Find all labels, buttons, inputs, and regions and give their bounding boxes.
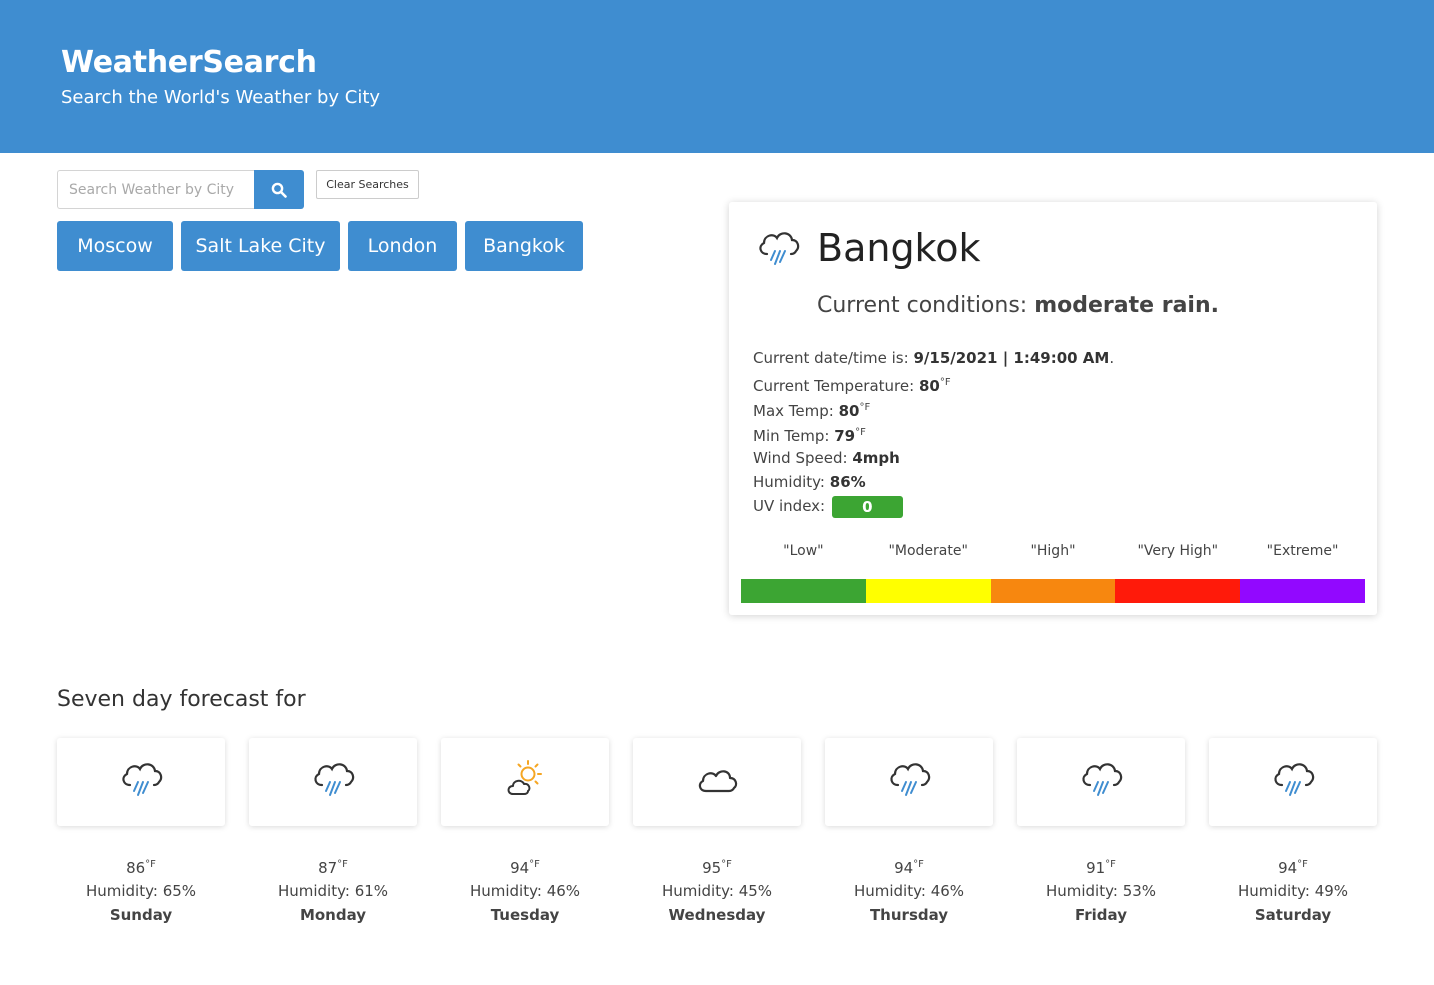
history-button-london[interactable]: London <box>348 221 457 271</box>
rain-cloud-icon <box>1270 758 1316 806</box>
search-input[interactable] <box>57 170 254 209</box>
uv-bar-high <box>990 579 1116 603</box>
datetime-row: Current date/time is: 9/15/2021 | 1:49:0… <box>753 349 1115 367</box>
forecast-day-name: Sunday <box>109 906 173 924</box>
uv-bar-very-high <box>1115 579 1241 603</box>
app-subtitle: Search the World's Weather by City <box>61 87 381 108</box>
app-header: WeatherSearch Search the World's Weather… <box>0 0 1434 153</box>
forecast-day-friday: 91°F Humidity: 53% Friday <box>1017 738 1185 927</box>
forecast-icon-card <box>57 738 225 826</box>
current-city-name: Bangkok <box>817 226 981 270</box>
forecast-temp: 87°F <box>318 859 348 877</box>
partly-sunny-icon <box>503 758 547 806</box>
search-form <box>57 170 304 209</box>
rain-cloud-icon <box>1078 758 1124 806</box>
humidity-row: Humidity: 86% <box>753 473 866 491</box>
temperature-row: Current Temperature: 80°F <box>753 377 951 395</box>
forecast-day-wednesday: 95°F Humidity: 45% Wednesday <box>633 738 801 927</box>
forecast-day-sunday: 86°F Humidity: 65% Sunday <box>57 738 225 927</box>
search-icon <box>271 182 287 198</box>
wind-speed-row: Wind Speed: 4mph <box>753 449 900 467</box>
uv-index-row: UV index: 0 <box>753 495 1114 520</box>
uv-scale: "Low" "Moderate" "High" "Very High" "Ext… <box>741 543 1365 603</box>
forecast-temp: 86°F <box>126 859 156 877</box>
forecast-day-name: Wednesday <box>668 906 766 924</box>
forecast-icon-card <box>1017 738 1185 826</box>
forecast-day-name: Tuesday <box>490 906 560 924</box>
cloud-icon <box>695 758 739 806</box>
forecast-day-name: Saturday <box>1254 906 1332 924</box>
history-button-moscow[interactable]: Moscow <box>57 221 173 271</box>
app-title: WeatherSearch <box>61 45 317 80</box>
history-button-bangkok[interactable]: Bangkok <box>465 221 583 271</box>
forecast-icon-card <box>249 738 417 826</box>
history-button-salt-lake-city[interactable]: Salt Lake City <box>181 221 340 271</box>
forecast-day-name: Thursday <box>869 906 949 924</box>
forecast-day-name: Friday <box>1074 906 1127 924</box>
uv-label-moderate: "Moderate" <box>888 543 968 559</box>
forecast-humidity: Humidity: 46% <box>469 882 581 900</box>
forecast-temp: 95°F <box>702 859 732 877</box>
forecast-day-monday: 87°F Humidity: 61% Monday <box>249 738 417 927</box>
forecast-humidity: Humidity: 45% <box>661 882 773 900</box>
forecast-humidity: Humidity: 49% <box>1237 882 1349 900</box>
uv-label-low: "Low" <box>783 543 824 559</box>
forecast-temp: 94°F <box>510 859 540 877</box>
forecast-icon-card <box>441 738 609 826</box>
uv-label-extreme: "Extreme" <box>1266 543 1339 559</box>
rain-cloud-icon <box>118 758 164 806</box>
forecast-temp: 94°F <box>894 859 924 877</box>
forecast-day-tuesday: 94°F Humidity: 46% Tuesday <box>441 738 609 927</box>
forecast-icon-card <box>1209 738 1377 826</box>
forecast-humidity: Humidity: 53% <box>1045 882 1157 900</box>
forecast-icon-card <box>825 738 993 826</box>
forecast-temp: 91°F <box>1086 859 1116 877</box>
forecast-day-name: Monday <box>299 906 367 924</box>
min-temp-row: Min Temp: 79°F <box>753 427 866 445</box>
forecast-humidity: Humidity: 65% <box>85 882 197 900</box>
rain-cloud-icon <box>759 232 800 265</box>
uv-bar-low <box>741 579 866 603</box>
forecast-day-saturday: 94°F Humidity: 49% Saturday <box>1209 738 1377 927</box>
forecast-day-thursday: 94°F Humidity: 46% Thursday <box>825 738 993 927</box>
current-details: Current date/time is: 9/15/2021 | 1:49:0… <box>753 347 1114 520</box>
current-conditions: Current conditions: moderate rain. <box>817 293 1219 318</box>
max-temp-row: Max Temp: 80°F <box>753 402 871 420</box>
current-weather-card: Bangkok Current conditions: moderate rai… <box>729 202 1377 615</box>
uv-index-badge: 0 <box>831 495 903 518</box>
forecast-humidity: Humidity: 61% <box>277 882 389 900</box>
forecast-icon-card <box>633 738 801 826</box>
clear-searches-button[interactable]: Clear Searches <box>316 170 419 199</box>
uv-bar-moderate <box>865 579 991 603</box>
uv-label-very-high: "Very High" <box>1137 543 1219 559</box>
rain-cloud-icon <box>310 758 356 806</box>
uv-label-high: "High" <box>1030 543 1076 559</box>
forecast-humidity: Humidity: 46% <box>853 882 965 900</box>
forecast-temp: 94°F <box>1278 859 1308 877</box>
forecast-title: Seven day forecast for <box>57 687 306 712</box>
rain-cloud-icon <box>886 758 932 806</box>
search-button[interactable] <box>254 170 304 209</box>
uv-bar-extreme <box>1240 579 1365 603</box>
